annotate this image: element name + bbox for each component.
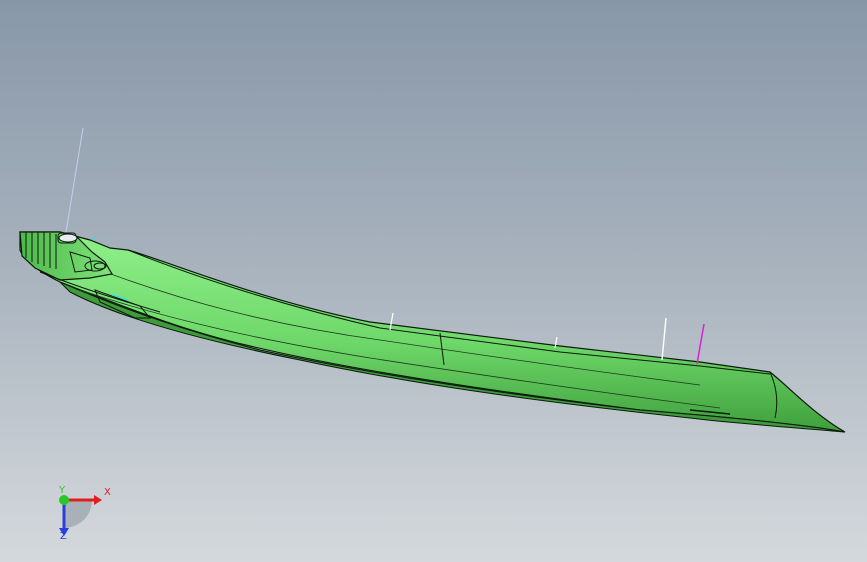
y-axis-label: Y	[59, 485, 66, 496]
z-axis-label: Z	[60, 531, 67, 542]
y-axis-dot	[59, 495, 69, 505]
reference-line-3[interactable]	[661, 317, 667, 361]
sketch-line-magenta[interactable]	[696, 323, 705, 365]
part-body[interactable]	[19, 231, 846, 433]
x-axis-label: X	[104, 487, 111, 498]
coordinate-triad-icon	[59, 495, 102, 536]
graphics-viewport[interactable]: X Y Z	[0, 0, 867, 562]
hole-feature	[58, 233, 78, 243]
coordinate-triad: X Y Z	[44, 480, 124, 550]
reference-axis-line[interactable]	[65, 127, 84, 233]
model-scene[interactable]	[0, 0, 867, 562]
